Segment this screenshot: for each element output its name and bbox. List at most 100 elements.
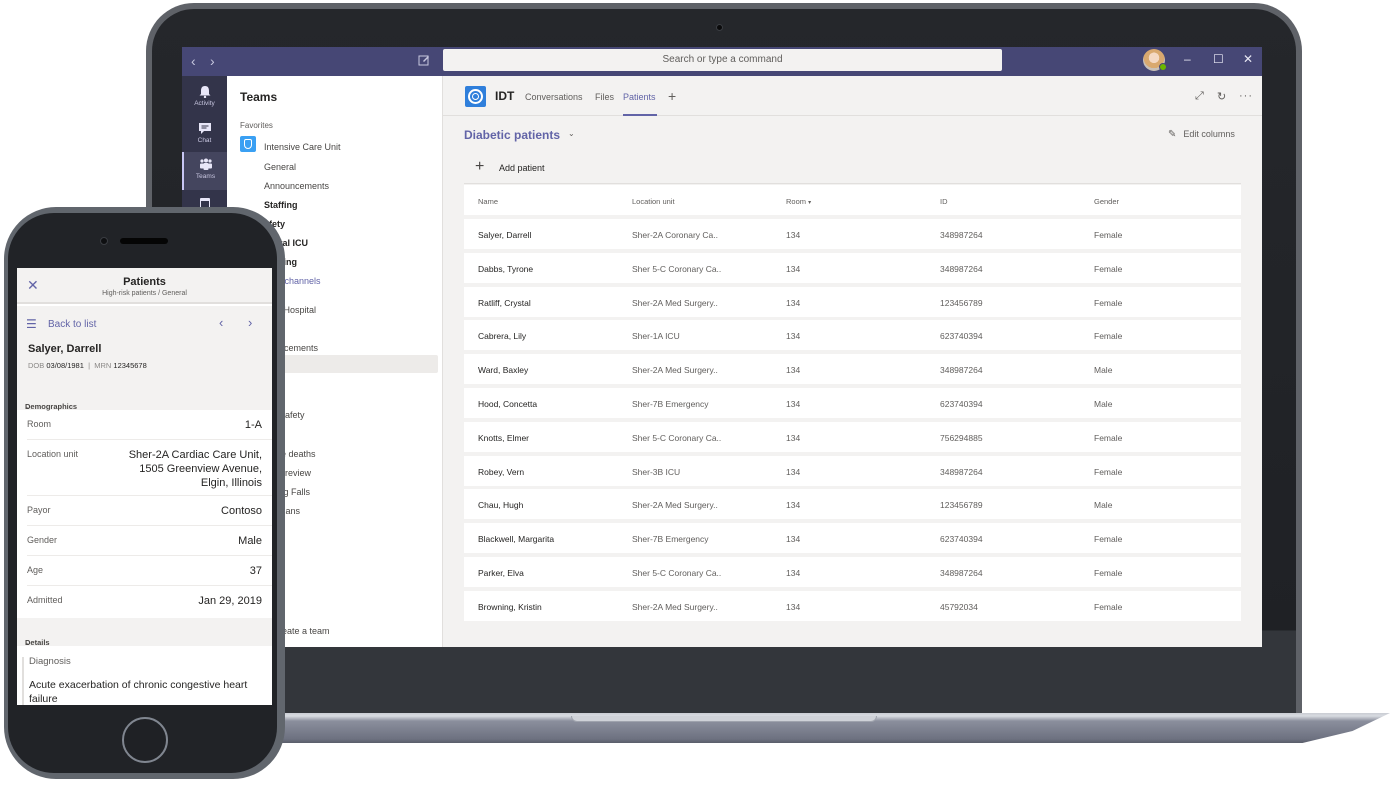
panel-title: Teams [240, 90, 278, 104]
field-label: Payor [27, 505, 51, 515]
chat-icon [198, 123, 211, 134]
sort-desc-icon: ▾ [808, 200, 812, 206]
demographics-section-toggle[interactable]: ⌄ Demographics [17, 382, 272, 411]
cell-gender: Female [1094, 601, 1123, 612]
demographic-row: Admitted Jan 29, 2019 [27, 586, 272, 618]
column-header-id[interactable]: ID [940, 197, 948, 206]
list-icon[interactable]: ☰ [26, 317, 37, 331]
tab-patients[interactable]: Patients [623, 92, 656, 102]
patient-meta: DOB 03/08/1981 | MRN 12345678 [28, 361, 147, 370]
table-row[interactable]: Robey, Vern Sher-3B ICU 134 348987264 Female [464, 455, 1241, 488]
section-label: Details [25, 638, 50, 647]
table-row[interactable]: Hood, Concetta Sher-7B Emergency 134 623740… [464, 388, 1241, 420]
cell-name: Hood, Concetta [478, 399, 538, 409]
column-header-location[interactable]: Location unit [632, 197, 675, 206]
rail-label: Activity [194, 100, 215, 107]
minimize-icon[interactable]: – [1184, 52, 1191, 66]
table-row[interactable]: Ward, Baxley Sher-2A Med Surgery.. 134 3489… [464, 354, 1241, 387]
mrn-label: MRN [94, 361, 112, 370]
team-name[interactable]: Intensive Care Unit [264, 142, 341, 152]
column-header-gender[interactable]: Gender [1094, 197, 1119, 206]
bell-icon [199, 86, 210, 98]
cell-id: 348987264 [940, 365, 983, 376]
phone-header: ✕ Patients High-risk patients / General [17, 268, 272, 304]
cell-gender: Female [1094, 263, 1123, 274]
rail-item-activity[interactable]: Activity [182, 79, 227, 117]
selected-channel-highlight[interactable] [265, 355, 438, 373]
mrn-value: 12345678 [113, 361, 147, 370]
phone-camera [100, 237, 108, 245]
back-arrow-icon[interactable]: ‹ [191, 53, 196, 69]
diagnosis-accent-bar [22, 657, 24, 705]
active-tab-indicator [623, 114, 657, 116]
field-value: Contoso [221, 505, 262, 517]
home-button[interactable] [122, 717, 168, 763]
add-tab-icon[interactable]: + [668, 88, 676, 104]
table-row[interactable]: Knotts, Elmer Sher 5-C Coronary Ca.. 134 75… [464, 421, 1241, 454]
demographic-row: Room 1-A [27, 410, 272, 440]
demographic-row: Gender Male [27, 526, 272, 556]
cell-name: Browning, Kristin [478, 601, 542, 612]
table-row[interactable]: Browning, Kristin Sher-2A Med Surgery.. 13… [464, 590, 1241, 623]
channel-item[interactable]: Staffing [264, 200, 298, 210]
phone-speaker [120, 238, 168, 244]
table-row[interactable]: Salyer, Darrell Sher-2A Coronary Ca.. 134 3… [464, 219, 1241, 251]
table-row[interactable]: Cabrera, Lily Sher-1A ICU 134 623740394 Fema… [464, 320, 1241, 353]
rail-item-chat[interactable]: Chat [182, 116, 227, 154]
plus-icon: + [475, 158, 485, 175]
demographic-row: Age 37 [27, 556, 272, 586]
cell-room: 134 [786, 568, 801, 578]
forward-arrow-icon[interactable]: › [210, 53, 215, 69]
team-shield-icon [240, 136, 256, 152]
table-row[interactable]: Parker, Elva Sher 5-C Coronary Ca.. 134 348… [464, 557, 1241, 589]
cell-name: Chau, Hugh [478, 500, 524, 511]
cell-name: Knotts, Elmer [478, 432, 530, 443]
cell-room: 134 [786, 601, 801, 612]
rail-item-teams[interactable]: Teams [182, 152, 227, 190]
cell-id: 348987264 [940, 466, 983, 477]
list-title[interactable]: Diabetic patients [464, 128, 560, 142]
cell-room: 134 [786, 230, 801, 240]
add-patient-button[interactable]: + Add patient [464, 153, 1241, 184]
field-label: Age [27, 565, 44, 575]
column-header-name[interactable]: Name [478, 197, 498, 206]
cell-name: Salyer, Darrell [478, 230, 532, 240]
laptop-notch [571, 716, 877, 722]
cell-location: Sher-7B Emergency [632, 534, 709, 545]
search-input[interactable]: Search or type a command [443, 49, 1002, 71]
edit-columns-button[interactable]: ✎ Edit columns [1168, 129, 1235, 140]
cell-id: 623740394 [940, 534, 983, 545]
favorites-label: Favorites [240, 121, 273, 130]
cell-location: Sher-2A Coronary Ca.. [632, 230, 718, 240]
table-row[interactable]: Dabbs, Tyrone Sher 5-C Coronary Ca.. 134 34… [464, 252, 1241, 285]
field-label: Gender [27, 535, 58, 545]
channel-item[interactable]: General [264, 162, 296, 172]
table-row[interactable]: Ratliff, Crystal Sher-2A Med Surgery.. 134… [464, 286, 1241, 319]
cell-location: Sher-2A Med Surgery.. [632, 601, 718, 612]
refresh-icon[interactable]: ↻ [1217, 90, 1226, 103]
field-label: Room [27, 419, 52, 429]
close-icon[interactable]: ✕ [1243, 52, 1253, 66]
dob-value: 03/08/1981 [46, 361, 84, 370]
back-to-list-link[interactable]: Back to list [48, 319, 96, 330]
column-header-room-label: Room [786, 197, 807, 206]
expand-icon[interactable]: ⤢ [1195, 90, 1204, 103]
more-icon[interactable]: ··· [1239, 90, 1253, 102]
tab-conversations[interactable]: Conversations [525, 92, 583, 102]
add-patient-label: Add patient [499, 163, 545, 173]
patients-table: + Add patient Name Location unit Room ▾ … [464, 153, 1241, 625]
maximize-icon[interactable]: ☐ [1213, 52, 1224, 66]
cell-room: 134 [786, 534, 801, 545]
channel-item[interactable]: Announcements [264, 181, 329, 191]
next-patient-icon[interactable]: › [248, 315, 252, 330]
cell-location: Sher-3B ICU [632, 466, 681, 477]
cell-gender: Female [1094, 331, 1123, 342]
table-row[interactable]: Chau, Hugh Sher-2A Med Surgery.. 134 123456… [464, 489, 1241, 522]
tab-files[interactable]: Files [595, 92, 614, 102]
column-header-room[interactable]: Room ▾ [786, 197, 811, 206]
details-section-toggle[interactable]: ⌄ Details [17, 618, 272, 647]
table-row[interactable]: Blackwell, Margarita Sher-7B Emergency 134… [464, 523, 1241, 556]
chevron-down-icon[interactable]: ⌄ [568, 129, 575, 138]
compose-icon[interactable] [418, 53, 430, 66]
previous-patient-icon[interactable]: ‹ [219, 315, 223, 330]
